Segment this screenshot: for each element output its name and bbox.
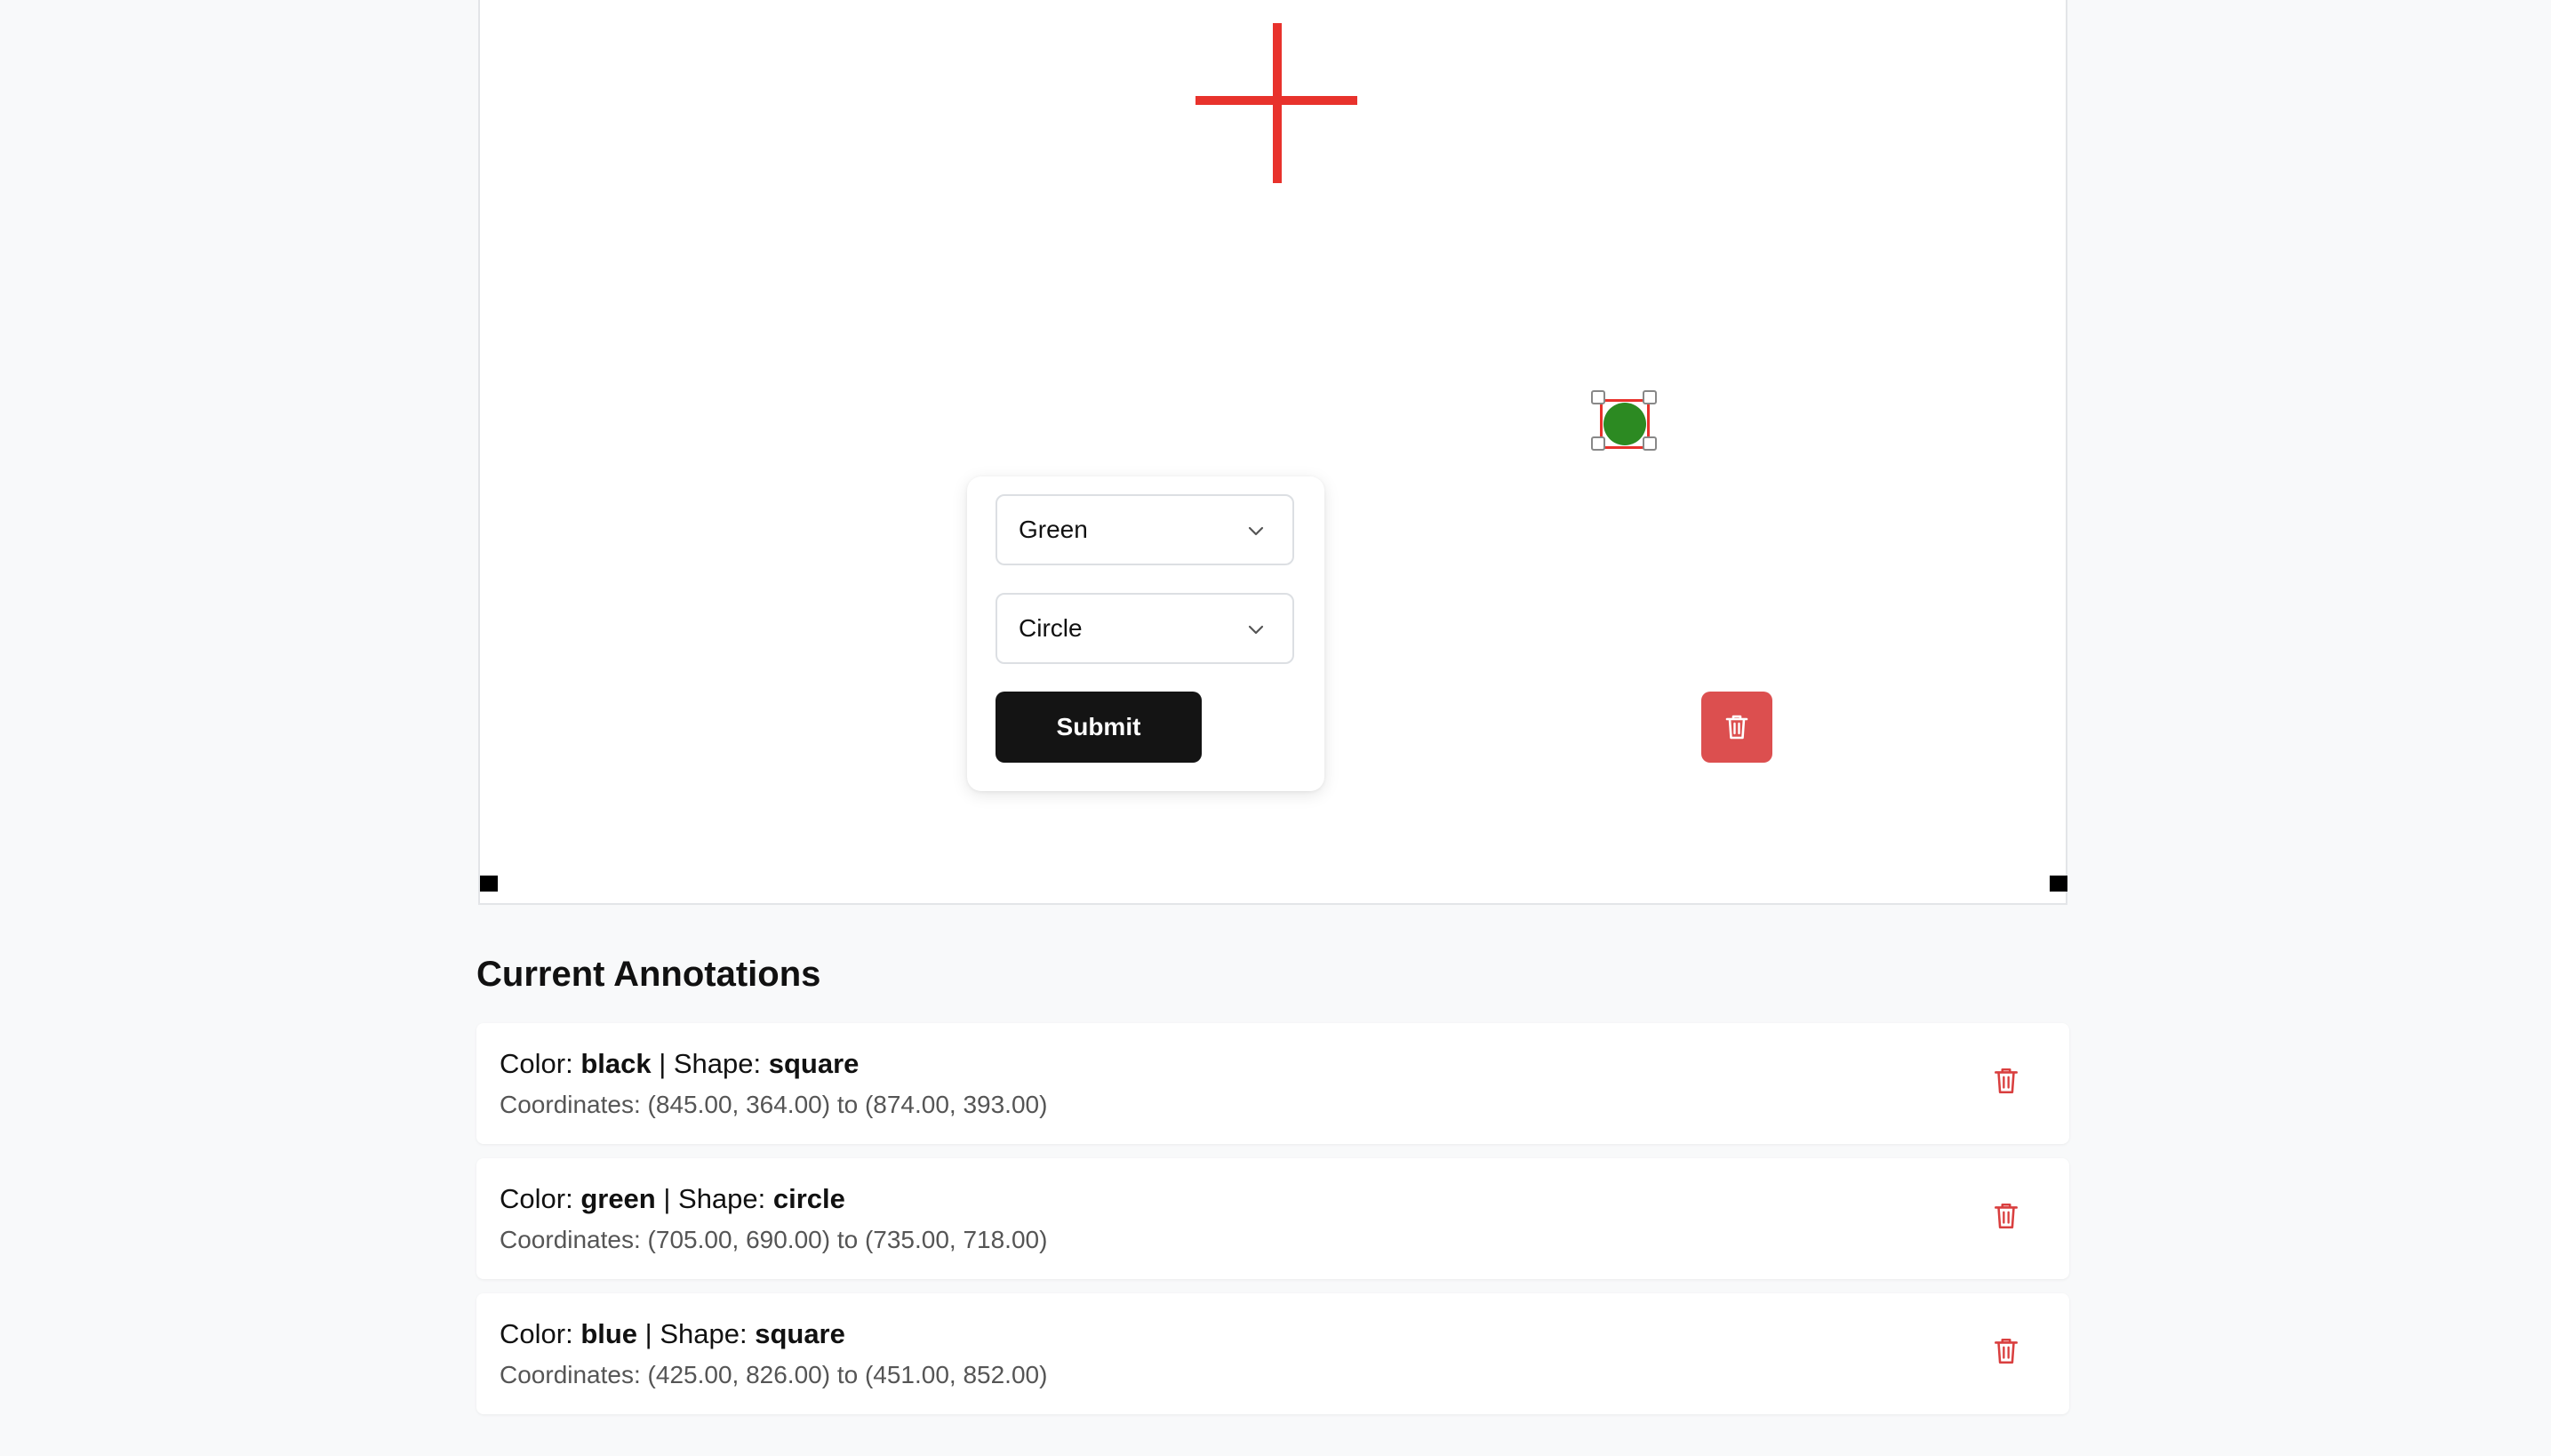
annotation-popup: Green Circle Submit — [967, 476, 1324, 791]
annotation-coordinates: Coordinates: (845.00, 364.00) to (874.00… — [500, 1091, 1048, 1118]
chevron-down-icon — [1248, 526, 1264, 536]
chevron-down-icon — [1248, 625, 1264, 635]
green-circle-annotation[interactable] — [1603, 403, 1646, 445]
resize-handle-top-right[interactable] — [1643, 390, 1657, 404]
annotation-item: Color: black | Shape: square Coordinates… — [476, 1023, 2069, 1144]
resize-handle-bottom-left[interactable] — [1591, 436, 1605, 451]
trash-icon[interactable] — [1993, 1066, 2019, 1096]
resize-handle-bottom-right[interactable] — [1643, 436, 1657, 451]
annotation-item: Color: blue | Shape: square Coordinates:… — [476, 1293, 2069, 1414]
trash-icon[interactable] — [1993, 1336, 2019, 1366]
submit-button[interactable]: Submit — [996, 692, 1202, 763]
annotation-summary: Color: green | Shape: circle — [500, 1183, 845, 1214]
annotation-summary: Color: black | Shape: square — [500, 1048, 860, 1079]
annotations-title: Current Annotations — [476, 955, 821, 994]
annotation-item: Color: green | Shape: circle Coordinates… — [476, 1158, 2069, 1279]
shape-select-value: Circle — [1019, 614, 1083, 642]
canvas-resize-handle-left[interactable] — [480, 876, 498, 892]
crosshair-vertical — [1273, 23, 1282, 183]
trash-icon[interactable] — [1993, 1201, 2019, 1231]
color-select[interactable]: Green — [996, 494, 1294, 565]
annotation-summary: Color: blue | Shape: square — [500, 1318, 845, 1349]
resize-handle-top-left[interactable] — [1591, 390, 1605, 404]
shape-select[interactable]: Circle — [996, 593, 1294, 664]
trash-icon — [1725, 715, 1748, 740]
color-select-value: Green — [1019, 516, 1088, 543]
canvas-resize-handle-right[interactable] — [2050, 876, 2067, 892]
delete-annotation-button[interactable] — [1701, 692, 1772, 763]
annotation-coordinates: Coordinates: (705.00, 690.00) to (735.00… — [500, 1226, 1048, 1253]
annotation-coordinates: Coordinates: (425.00, 826.00) to (451.00… — [500, 1361, 1048, 1388]
